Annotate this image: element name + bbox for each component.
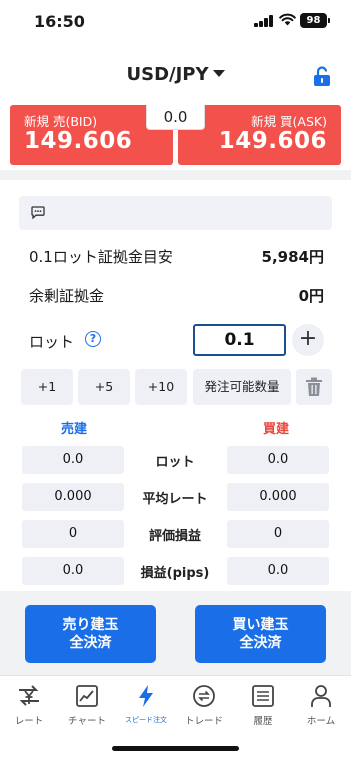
tab-chart[interactable]: チャート (58, 684, 116, 727)
settle-all-sell-button[interactable]: 売り建玉 全決済 (25, 605, 156, 663)
person-icon (311, 685, 331, 707)
buy-lot-value: 0.0 (227, 446, 329, 474)
add-5-button[interactable]: +5 (78, 369, 130, 405)
tab-speed-order[interactable]: スピード注文 (117, 684, 175, 725)
tab-speed-order-label: スピード注文 (125, 716, 167, 724)
settle-buy-line2: 全決済 (239, 635, 282, 651)
cellular-signal-icon (254, 15, 274, 27)
status-time: 16:50 (34, 12, 85, 31)
settle-sell-line1: 売り建玉 (62, 617, 119, 633)
chart-icon (76, 685, 98, 707)
sell-lot-value: 0.0 (22, 446, 124, 474)
tab-chart-label: チャート (68, 716, 106, 727)
sell-unrealized-pl-value: 0 (22, 520, 124, 548)
tab-history-label: 履歴 (253, 716, 273, 727)
currency-pair-label: USD/JPY (126, 64, 209, 85)
tab-rate[interactable]: レート (0, 684, 58, 727)
unrealized-pl-row-label: 評価損益 (148, 529, 201, 544)
trash-icon (306, 377, 322, 396)
lot-input[interactable]: 0.1 (193, 324, 286, 356)
buy-unrealized-pl-value: 0 (227, 520, 329, 548)
currency-pair-selector[interactable]: USD/JPY (0, 64, 351, 85)
buy-pips-value: 0.0 (227, 557, 329, 585)
tab-home[interactable]: ホーム (292, 684, 350, 727)
settle-buy-line1: 買い建玉 (232, 617, 289, 633)
tab-history[interactable]: 履歴 (234, 684, 292, 727)
tab-trade[interactable]: トレード (175, 684, 233, 727)
add-1-button[interactable]: +1 (21, 369, 73, 405)
settle-all-buy-button[interactable]: 買い建玉 全決済 (195, 605, 326, 663)
ask-price: 149.606 (218, 128, 327, 154)
wifi-icon (279, 13, 296, 26)
lot-row-label: ロット (155, 455, 195, 470)
message-bar[interactable] (19, 196, 332, 230)
history-list-icon (252, 685, 274, 707)
spread-value: 0.0 (146, 105, 205, 130)
sell-position-header: 売建 (61, 422, 88, 437)
battery-icon: 98 (300, 13, 330, 28)
buy-position-header: 買建 (263, 422, 290, 437)
margin-estimate-value: 5,984円 (261, 248, 324, 266)
tab-home-label: ホーム (306, 716, 336, 727)
caret-down-icon (212, 70, 225, 77)
status-bar: 16:50 98 (0, 0, 351, 46)
pips-row-label: 損益(pips) (140, 566, 210, 581)
clear-lot-button[interactable] (296, 369, 332, 405)
section-divider (0, 170, 351, 180)
avg-rate-row-label: 平均レート (142, 492, 208, 507)
unlock-icon[interactable] (313, 66, 331, 86)
header: USD/JPY (0, 46, 351, 102)
lot-increment-button[interactable]: + (292, 324, 324, 356)
margin-estimate-label: 0.1ロット証拠金目安 (29, 248, 173, 266)
surplus-margin-label: 余剰証拠金 (29, 287, 105, 305)
settle-area: 売り建玉 全決済 買い建玉 全決済 (0, 591, 351, 675)
sell-avg-rate-value: 0.000 (22, 483, 124, 511)
settle-sell-line2: 全決済 (69, 635, 112, 651)
yen-arrows-icon (19, 685, 39, 706)
sell-pips-value: 0.0 (22, 557, 124, 585)
bid-price: 149.606 (24, 128, 133, 154)
tab-trade-label: トレード (184, 716, 223, 727)
exchange-icon (193, 685, 215, 707)
tab-rate-label: レート (14, 716, 44, 727)
message-icon (31, 206, 45, 219)
lightning-icon (139, 685, 153, 707)
max-orderable-button[interactable]: 発注可能数量 (193, 369, 291, 405)
help-icon[interactable]: ? (85, 331, 101, 347)
add-10-button[interactable]: +10 (135, 369, 187, 405)
surplus-margin-value: 0円 (298, 287, 324, 305)
buy-avg-rate-value: 0.000 (227, 483, 329, 511)
lot-label: ロット (29, 333, 75, 351)
price-panel: 新規 売(BID) 149.606 新規 買(ASK) 149.606 0.0 (0, 105, 351, 167)
home-indicator[interactable] (112, 746, 239, 751)
